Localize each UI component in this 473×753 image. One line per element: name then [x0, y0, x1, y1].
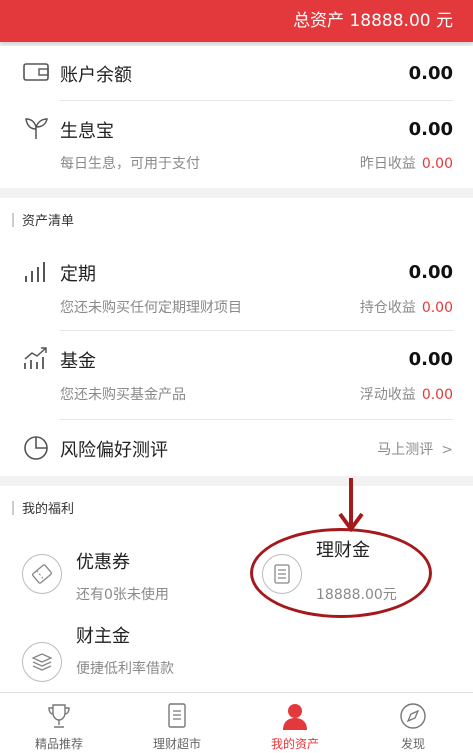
- tab-label: 理财超市: [152, 737, 201, 751]
- yield-label: 持仓收益: [359, 300, 416, 316]
- yield-value: 0.00: [421, 387, 453, 403]
- risk-label: 风险偏好测评: [60, 440, 168, 461]
- coupon-label: 优惠券: [76, 552, 130, 573]
- tab-recommended[interactable]: 精品推荐: [0, 693, 118, 753]
- shengxibao-row[interactable]: 生息宝 0.00 每日生息，可用于支付 昨日收益 0.00: [0, 101, 473, 188]
- stack-icon: [22, 642, 62, 682]
- document-icon: [162, 701, 192, 731]
- person-icon: [280, 701, 310, 731]
- trophy-icon: [44, 701, 74, 731]
- dingqi-yield: 持仓收益 0.00: [360, 297, 453, 317]
- dingqi-label: 定期: [60, 264, 96, 285]
- compass-icon: [398, 701, 428, 731]
- yield-label: 浮动收益: [359, 387, 416, 403]
- yield-value: 0.00: [421, 300, 453, 316]
- jijin-amount: 0.00: [408, 349, 453, 370]
- shengxibao-label: 生息宝: [60, 121, 114, 142]
- yield-value: 0.00: [421, 156, 453, 172]
- jijin-desc: 您还未购买基金产品: [60, 387, 186, 403]
- coupon-desc: 还有0张未使用: [76, 587, 169, 603]
- coupon-item[interactable]: 优惠券 还有0张未使用: [0, 534, 236, 614]
- bar-chart-icon: [22, 258, 50, 286]
- assets-section-title: 资产清单: [22, 214, 75, 229]
- yield-label: 昨日收益: [359, 156, 416, 172]
- shengxibao-yield: 昨日收益 0.00: [360, 153, 453, 173]
- dingqi-amount: 0.00: [408, 262, 453, 283]
- annotation-circle: [250, 528, 432, 618]
- jijin-row[interactable]: 基金 0.00 您还未购买基金产品 浮动收益 0.00: [0, 331, 473, 419]
- caizhujin-desc: 便捷低利率借款: [76, 661, 174, 677]
- top-bar: 总资产 18888.00 元: [0, 0, 473, 42]
- account-balance-row[interactable]: 账户余额 0.00: [0, 46, 473, 100]
- account-balance-label: 账户余额: [60, 65, 132, 86]
- caizhujin-item[interactable]: 财主金 便捷低利率借款: [0, 622, 236, 692]
- risk-action[interactable]: 马上测评 >: [377, 439, 453, 459]
- shengxibao-amount: 0.00: [408, 119, 453, 140]
- chevron-right-icon: >: [441, 442, 453, 458]
- ticket-icon: [22, 554, 62, 594]
- assets-card: 资产清单 定期 0.00 您还未购买任何定期理财项目 持仓收益 0.00 基金 0…: [0, 198, 473, 476]
- section-marker: [12, 213, 14, 227]
- assets-section-header: 资产清单: [0, 198, 473, 242]
- shengxibao-desc: 每日生息，可用于支付: [60, 156, 200, 172]
- jijin-yield: 浮动收益 0.00: [360, 384, 453, 404]
- account-balance-amount: 0.00: [408, 63, 453, 84]
- tab-label: 发现: [400, 737, 425, 751]
- jijin-label: 基金: [60, 351, 96, 372]
- tab-discover[interactable]: 发现: [354, 693, 472, 753]
- annotation-arrow-icon: [338, 478, 364, 532]
- tab-label: 精品推荐: [34, 737, 83, 751]
- bottom-tab-bar: 精品推荐 理财超市 我的资产 发现: [0, 692, 473, 753]
- section-marker: [12, 501, 14, 515]
- sprout-icon: [22, 113, 50, 141]
- dingqi-row[interactable]: 定期 0.00 您还未购买任何定期理财项目 持仓收益 0.00: [0, 242, 473, 330]
- pie-chart-icon: [22, 434, 50, 462]
- wallet-icon: [22, 58, 50, 86]
- risk-assessment-row[interactable]: 风险偏好测评 马上测评 >: [0, 420, 473, 476]
- risk-action-label: 马上测评: [377, 442, 434, 458]
- welfare-section-header: 我的福利: [0, 486, 473, 530]
- caizhujin-label: 财主金: [76, 626, 130, 647]
- tab-market[interactable]: 理财超市: [118, 693, 236, 753]
- total-assets: 总资产 18888.00 元: [293, 11, 453, 31]
- trend-chart-icon: [22, 345, 50, 373]
- dingqi-desc: 您还未购买任何定期理财项目: [60, 300, 242, 316]
- balance-card: 账户余额 0.00 生息宝 0.00 每日生息，可用于支付 昨日收益 0.00: [0, 46, 473, 188]
- welfare-section-title: 我的福利: [22, 502, 75, 517]
- tab-label: 我的资产: [270, 737, 319, 751]
- tab-my-assets[interactable]: 我的资产: [236, 693, 354, 753]
